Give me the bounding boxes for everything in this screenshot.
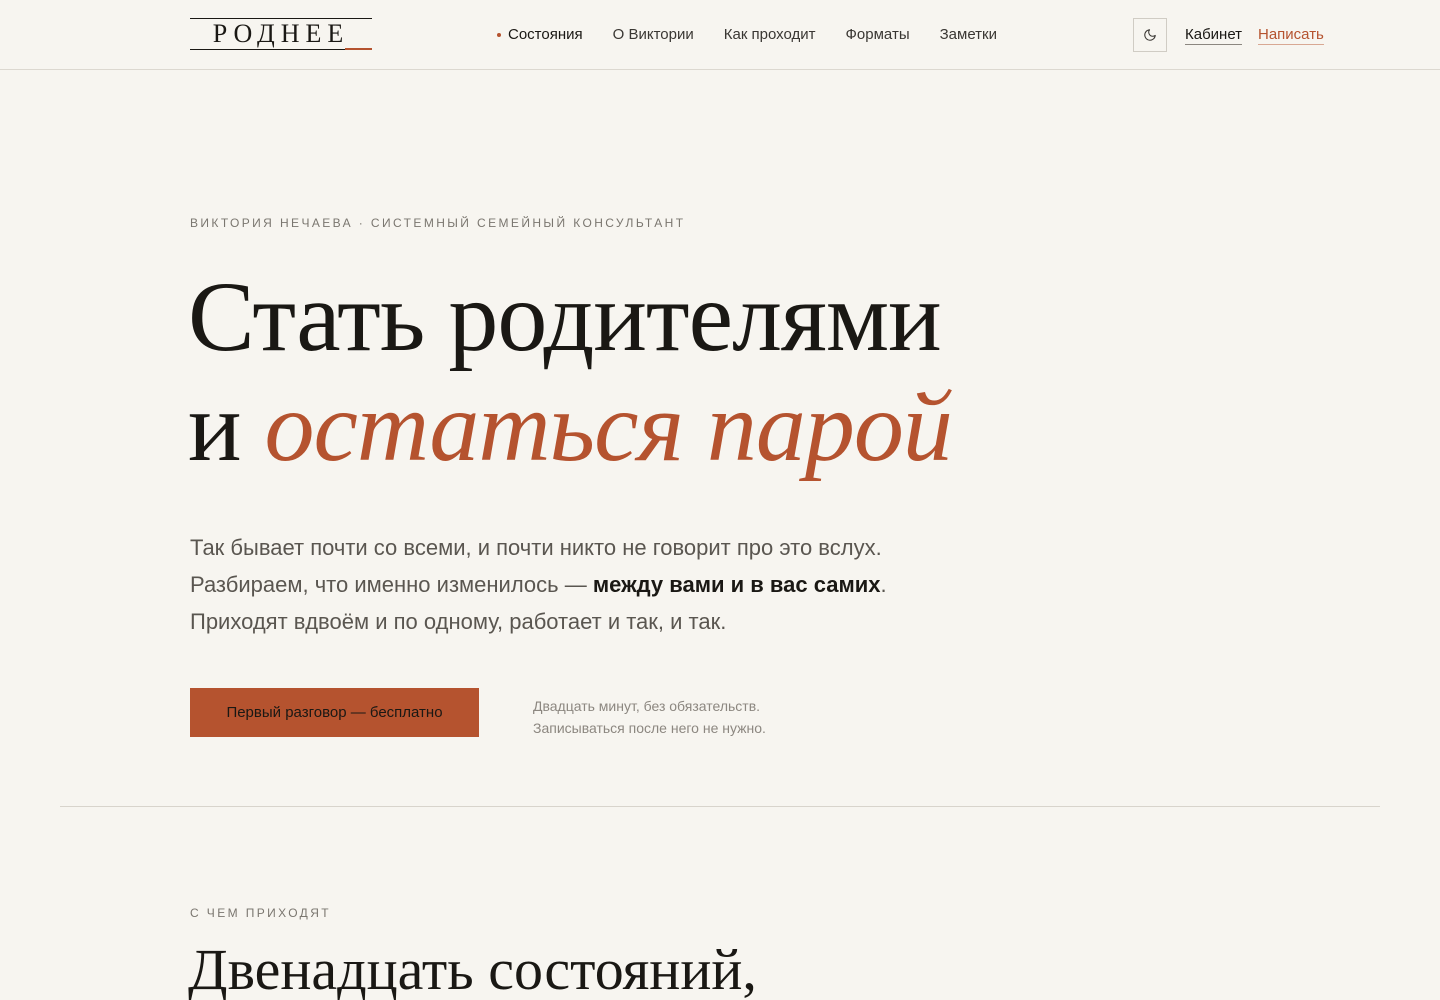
- nav-item-zametki[interactable]: Заметки: [940, 26, 997, 44]
- site-header: РОДНЕЕ Состояния О Виктории Как проходит…: [0, 0, 1440, 70]
- cta-note-line: Записываться после него не нужно.: [533, 720, 766, 736]
- section-title: Двенадцать состояний,: [188, 937, 757, 1000]
- theme-toggle-button[interactable]: [1133, 18, 1167, 52]
- nav-item-sostoyaniya[interactable]: Состояния: [497, 26, 583, 44]
- cabinet-link[interactable]: Кабинет: [1185, 26, 1243, 45]
- nav-item-label: О Виктории: [612, 26, 694, 43]
- nav-item-o-viktorii[interactable]: О Виктории: [613, 26, 694, 44]
- hero-title-line1: Стать родителями: [188, 261, 942, 372]
- hero-eyebrow: ВИКТОРИЯ НЕЧАЕВА · СИСТЕМНЫЙ СЕМЕЙНЫЙ КО…: [190, 216, 686, 230]
- nav-item-kak-prokhodit[interactable]: Как проходит: [724, 26, 816, 44]
- lead-bold-text: между вами и в вас самих: [592, 572, 881, 597]
- moon-icon: [1144, 29, 1156, 41]
- hero-title-prefix: и: [188, 371, 265, 482]
- section-divider: [60, 806, 1380, 807]
- logo-accent-line: [345, 48, 372, 50]
- active-dot-icon: [497, 33, 501, 37]
- cta-note: Двадцать минут, без обязательств. Записы…: [533, 695, 766, 739]
- section-eyebrow: С ЧЕМ ПРИХОДЯТ: [190, 906, 331, 920]
- hero-title: Стать родителями и остаться парой: [188, 261, 953, 482]
- nav-item-label: Состояния: [508, 26, 583, 43]
- nav-item-label: Заметки: [939, 26, 997, 43]
- nav-item-formaty[interactable]: Форматы: [846, 26, 910, 44]
- first-call-button[interactable]: Первый разговор — бесплатно: [190, 688, 479, 737]
- main-nav: Состояния О Виктории Как проходит Формат…: [497, 26, 997, 44]
- hero-title-accent: остаться парой: [264, 371, 953, 482]
- write-link[interactable]: Написать: [1258, 26, 1324, 45]
- cta-note-line: Двадцать минут, без обязательств.: [533, 698, 761, 714]
- nav-item-label: Как проходит: [723, 26, 816, 43]
- nav-item-label: Форматы: [845, 26, 910, 43]
- hero-lead: Так бывает почти со всеми, и почти никто…: [190, 529, 920, 640]
- logo[interactable]: РОДНЕЕ: [190, 18, 372, 50]
